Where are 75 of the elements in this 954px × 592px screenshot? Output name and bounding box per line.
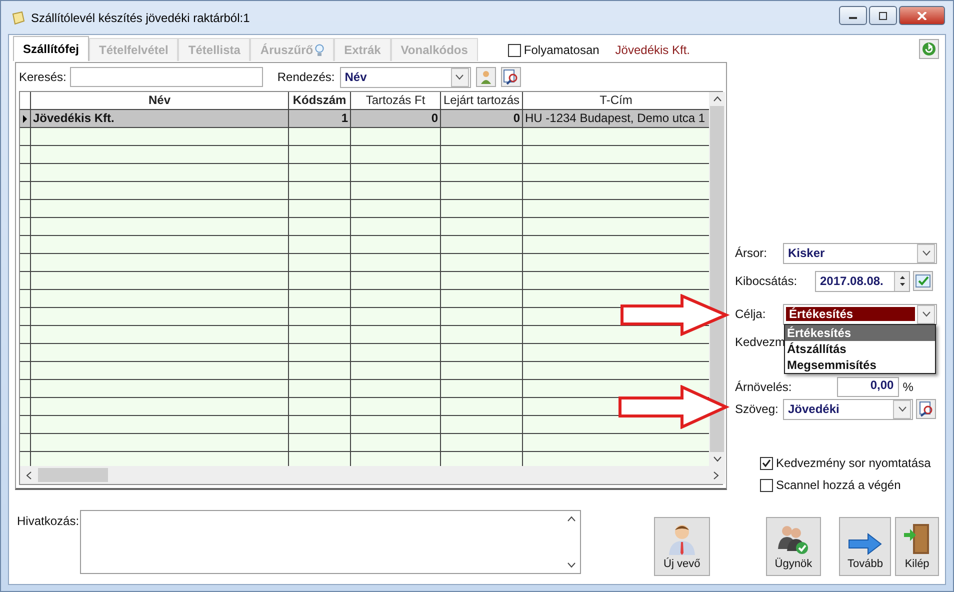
column-header[interactable]: Tartozás Ft [351,92,441,109]
vertical-scrollbar[interactable] [709,92,725,466]
scroll-left-icon[interactable] [26,470,32,480]
action-button[interactable]: Tovább [839,517,892,576]
option-checkbox[interactable]: Kedvezmény sor nyomtatása [760,456,945,470]
table-cell: 0 [441,110,523,127]
tab[interactable]: Szállítófej [13,36,90,61]
calendar-check-icon [915,273,931,289]
scroll-right-icon[interactable] [713,470,719,480]
magnifier-icon [502,69,519,85]
text-search-button[interactable] [916,399,936,419]
caret-icon [922,311,930,317]
markup-label: Árnövelés: [735,380,792,394]
action-button[interactable]: Kilép [895,517,939,576]
dropdown-option[interactable]: Átszállítás [785,341,935,357]
note-icon [11,10,25,24]
find-button[interactable] [500,67,521,87]
sort-label: Rendezés: [277,70,335,84]
column-header[interactable]: Kódszám [289,92,351,109]
issue-date-label: Kibocsátás: [735,274,798,288]
reference-field[interactable] [80,510,581,574]
checkmark-icon [761,458,772,468]
maximize-icon [878,12,888,20]
window-title: Szállítólevél készítés jövedéki raktárból:1 [31,10,251,24]
magnifier-icon [918,401,934,417]
table-cell: 0 [351,110,441,127]
continuous-checkbox[interactable]: Folyamatosan [508,39,600,61]
arrow-icon [848,533,882,555]
text-dropdown[interactable]: Jövedéki [783,398,913,420]
door-icon [903,523,932,555]
text-label: Szöveg: [735,402,780,416]
people-icon [777,523,810,555]
person-icon [666,523,697,555]
row-pointer-icon [22,114,28,122]
action-button[interactable]: Új vevő [654,517,710,576]
close-icon [917,12,927,20]
dropdown-option[interactable]: Megsemmisítés [785,357,935,373]
search-label: Keresés: [19,70,66,84]
minimize-button[interactable] [839,6,867,25]
caret-icon [455,74,464,80]
scroll-thumb[interactable] [710,106,724,452]
price-list-dropdown[interactable]: Kisker [783,242,937,264]
table-cell: 1 [289,110,351,127]
search-field[interactable] [70,67,264,87]
calendar-button[interactable] [913,271,933,291]
maximize-button[interactable] [869,6,897,25]
column-header[interactable]: Név [31,92,289,109]
caret-icon [898,406,906,412]
reference-label: Hivatkozás: [17,514,80,528]
company-name: Jövedékis Kft. [615,42,690,59]
sort-dropdown[interactable]: Név [340,66,471,88]
option-checkbox[interactable]: Scannel hozzá a végén [760,478,945,492]
dropdown-option[interactable]: Értékesítés [785,325,935,341]
purpose-dropdown[interactable]: Értékesítés [783,304,937,324]
scroll-thumb[interactable] [38,468,108,482]
markup-field[interactable]: 0,00 [836,377,899,397]
scroll-up-icon[interactable] [567,516,576,522]
refresh-icon [922,42,936,56]
price-list-label: Ársor: [735,246,768,260]
column-header[interactable]: Lejárt tartozás [441,92,523,109]
close-button[interactable] [899,6,945,25]
discount-label: Kedvezm [735,335,783,349]
scroll-down-icon[interactable] [567,562,576,568]
refresh-button[interactable] [919,39,939,59]
caret-icon [922,250,930,256]
issue-date-field[interactable]: 2017.08.08. [815,270,910,292]
horizontal-scrollbar[interactable] [20,466,725,484]
table-cell: Jövedékis Kft. [31,110,289,127]
scroll-down-icon[interactable] [712,456,722,462]
lightbulb-icon [315,44,324,56]
unit-label: % [902,380,914,394]
purpose-label: Célja: [735,307,767,321]
scroll-up-icon[interactable] [712,96,722,102]
action-button[interactable]: Ügynök [766,517,822,576]
customer-search-button[interactable] [476,67,496,87]
